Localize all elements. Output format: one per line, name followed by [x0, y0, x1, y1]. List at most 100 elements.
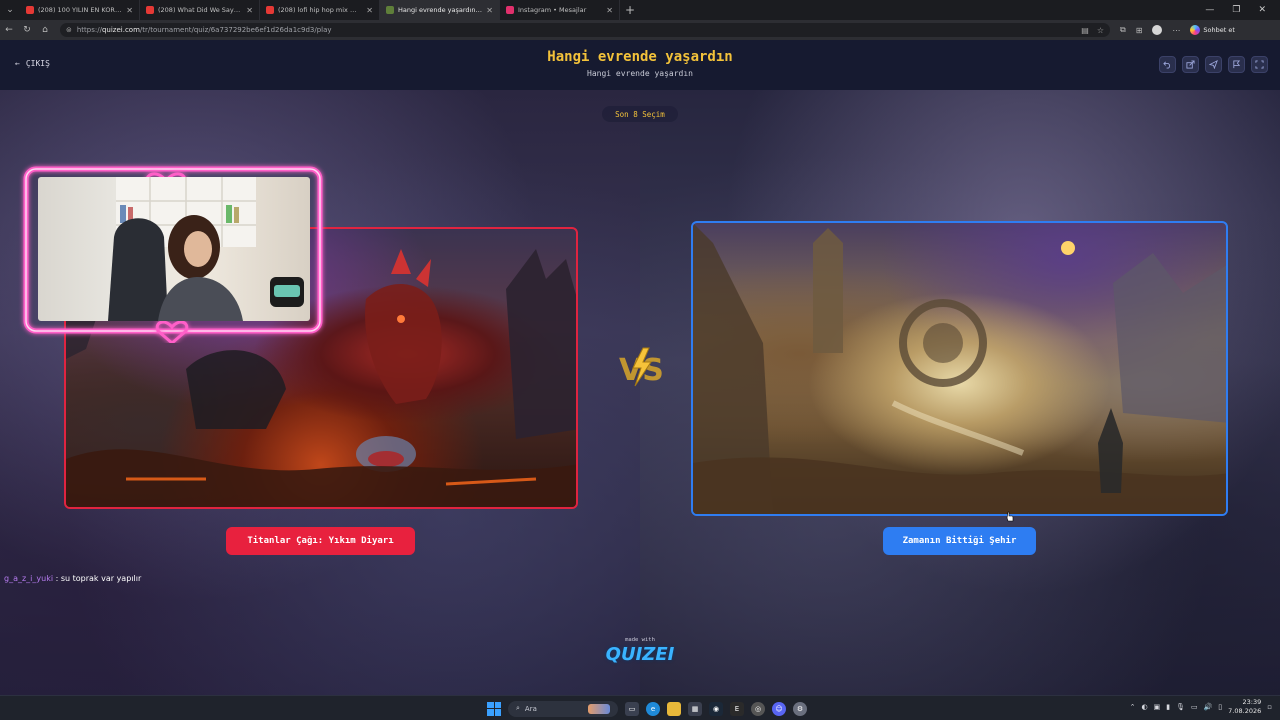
maximize-icon[interactable]: ❐: [1232, 5, 1240, 15]
stream-chat-message: g_a_z_i_yuki : su toprak var yapılır: [4, 574, 141, 583]
webcam-feed: [38, 177, 310, 321]
site-info-icon[interactable]: ⊜: [66, 26, 72, 34]
notification-icon[interactable]: ▫: [1267, 703, 1272, 711]
url-field[interactable]: ⊜ https://quizei.com/tr/tournament/quiz/…: [60, 23, 1110, 37]
quizei-logo[interactable]: QUIZEI: [600, 644, 680, 665]
browser-tab-active[interactable]: Hangi evrende yaşardın - Tier List ✕: [380, 0, 500, 20]
discord-icon[interactable]: ☺: [772, 701, 786, 716]
page-title: Hangi evrende yaşardın: [547, 49, 733, 65]
fullscreen-button[interactable]: [1251, 56, 1268, 73]
volume-icon[interactable]: 🔊: [1204, 703, 1213, 711]
new-tab-button[interactable]: +: [620, 3, 640, 17]
chat-username: g_a_z_i_yuki: [4, 574, 54, 583]
windows-start-icon[interactable]: [487, 701, 501, 716]
browser-tab[interactable]: Instagram • Mesajlar ✕: [500, 0, 620, 20]
close-window-icon[interactable]: ✕: [1258, 5, 1266, 15]
timeless-city-illustration: [693, 223, 1226, 514]
round-badge: Son 8 Seçim: [602, 106, 678, 122]
browser-tab-bar: ⌄ (208) 100 YILIN EN KORKUNÇ DE ✕ (208) …: [0, 0, 1280, 20]
favorite-star-icon[interactable]: ☆: [1097, 26, 1104, 35]
streamer-camera-image: [108, 177, 304, 321]
network-icon[interactable]: ▮: [1166, 703, 1170, 711]
webcam-overlay: [16, 155, 330, 343]
clock-date: 7.08.2026: [1228, 707, 1262, 715]
hand-cursor-icon: [1006, 511, 1014, 522]
search-icon: ⌕: [516, 704, 520, 712]
edge-icon[interactable]: e: [646, 701, 660, 716]
taskbar-search[interactable]: ⌕ Ara: [508, 700, 618, 717]
battery-icon[interactable]: ▯: [1218, 703, 1222, 711]
made-with-label: made with: [625, 637, 655, 643]
send-icon: [1209, 60, 1218, 69]
close-icon[interactable]: ✕: [366, 6, 373, 15]
tray-app-icon[interactable]: ◐: [1141, 703, 1147, 711]
reload-icon[interactable]: ↻: [18, 25, 36, 35]
quiz-header: ← ÇIKIŞ Hangi evrende yaşardın Hangi evr…: [0, 40, 1280, 90]
tab-menu-icon[interactable]: ⌄: [0, 0, 20, 20]
chrome-icon[interactable]: ◎: [751, 701, 765, 716]
url-text: https://quizei.com/tr/tournament/quiz/6a…: [76, 26, 332, 34]
chat-separator: :: [53, 574, 61, 583]
youtube-icon: [26, 6, 34, 14]
tray-app-icon[interactable]: ▣: [1154, 703, 1161, 711]
clock[interactable]: 23:39 7.08.2026: [1228, 698, 1261, 716]
undo-button[interactable]: [1159, 56, 1176, 73]
chevron-up-icon[interactable]: ⌃: [1130, 703, 1136, 711]
right-choice-button[interactable]: Zamanın Bittiği Şehir: [883, 527, 1036, 555]
address-bar-row: ← ↻ ⌂ ⊜ https://quizei.com/tr/tournament…: [0, 20, 1280, 40]
back-icon[interactable]: ←: [0, 25, 18, 35]
window-controls: — ❐ ✕: [1205, 5, 1280, 15]
profile-avatar[interactable]: [1152, 25, 1163, 35]
tab-label: Hangi evrende yaşardın - Tier List: [398, 6, 482, 14]
close-icon[interactable]: ✕: [246, 6, 253, 15]
copilot-label: Sohbet et: [1203, 26, 1235, 34]
browser-tab[interactable]: (208) lofi hip hop mix 📚 bea ✕: [260, 0, 380, 20]
chat-text: su toprak var yapılır: [60, 574, 142, 583]
search-highlight-icon: [588, 703, 610, 714]
reader-icon[interactable]: ▤: [1081, 26, 1089, 35]
minimize-icon[interactable]: —: [1205, 5, 1214, 15]
share-icon: [1186, 60, 1195, 69]
instagram-icon: [506, 6, 514, 14]
youtube-icon: [266, 6, 274, 14]
right-choice-image[interactable]: [691, 221, 1228, 516]
search-label: Ara: [524, 704, 537, 713]
send-button[interactable]: [1205, 56, 1222, 73]
left-choice-button[interactable]: Titanlar Çağı: Yıkım Diyarı: [226, 527, 415, 555]
microphone-icon[interactable]: 🎙: [1176, 703, 1185, 711]
windows-taskbar: ⌕ Ara ▭ e ▦ ◉ E ◎ ☺ ⚙ ⌃ ◐ ▣ ▮ 🎙 ▭ 🔊 ▯ 23…: [0, 695, 1280, 720]
more-menu-icon[interactable]: ⋯: [1172, 26, 1180, 35]
display-icon[interactable]: ▭: [1191, 703, 1198, 711]
home-icon[interactable]: ⌂: [36, 25, 54, 35]
quizei-favicon-icon: [386, 6, 394, 14]
system-tray: ⌃ ◐ ▣ ▮ 🎙 ▭ 🔊 ▯ 23:39 7.08.2026 ▫: [1130, 698, 1272, 716]
tab-label: (208) 100 YILIN EN KORKUNÇ DE: [38, 6, 122, 14]
clock-time: 23:39: [1242, 698, 1262, 706]
browser-tab[interactable]: (208) 100 YILIN EN KORKUNÇ DE ✕: [20, 0, 140, 20]
file-explorer-icon[interactable]: ▭: [625, 701, 639, 716]
quiz-page: ← ÇIKIŞ Hangi evrende yaşardın Hangi evr…: [0, 40, 1280, 695]
flag-icon: [1233, 60, 1241, 69]
steam-icon[interactable]: ◉: [709, 701, 723, 716]
close-icon[interactable]: ✕: [606, 6, 613, 15]
extensions-icon[interactable]: ⧉: [1120, 25, 1126, 35]
browser-tab[interactable]: (208) What Did We Say Challenge ✕: [140, 0, 260, 20]
tab-label: Instagram • Mesajlar: [518, 6, 587, 14]
report-button[interactable]: [1228, 56, 1245, 73]
close-icon[interactable]: ✕: [486, 6, 493, 15]
copilot-icon: [1190, 25, 1201, 35]
fullscreen-icon: [1255, 60, 1264, 69]
settings-icon[interactable]: ⚙: [793, 701, 807, 716]
youtube-icon: [146, 6, 154, 14]
folder-icon[interactable]: [667, 701, 681, 716]
share-button[interactable]: [1182, 56, 1199, 73]
tab-label: (208) What Did We Say Challenge: [158, 6, 242, 14]
versus-icon: VS: [619, 347, 664, 388]
close-icon[interactable]: ✕: [126, 6, 133, 15]
collections-icon[interactable]: ⊞: [1136, 26, 1143, 35]
store-icon[interactable]: ▦: [688, 701, 702, 716]
page-subtitle: Hangi evrende yaşardın: [587, 69, 693, 78]
tab-label: (208) lofi hip hop mix 📚 bea: [278, 6, 362, 14]
epic-icon[interactable]: E: [730, 701, 744, 716]
copilot-button[interactable]: Sohbet et: [1190, 25, 1235, 35]
